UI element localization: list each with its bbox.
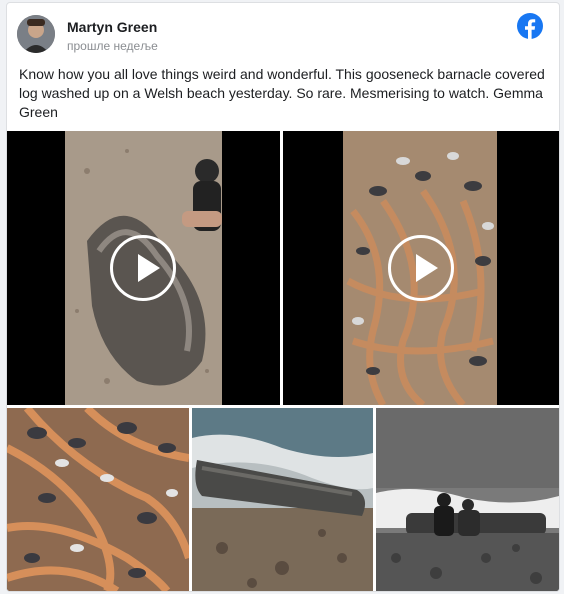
video-thumbnail-1[interactable] [7, 131, 280, 405]
play-icon[interactable] [110, 235, 176, 301]
video-thumbnail-2[interactable] [283, 131, 559, 405]
post-text: Know how you all love things weird and w… [19, 66, 545, 120]
facebook-post-card: Martyn Green прошле недеље Know how you … [6, 2, 560, 592]
photo-thumbnail-3[interactable] [376, 408, 559, 591]
photo-thumbnail-2[interactable] [192, 408, 373, 591]
author-name[interactable]: Martyn Green [67, 19, 157, 35]
post-timestamp[interactable]: прошле недеље [67, 39, 158, 53]
photo-thumbnail-1[interactable] [7, 408, 189, 591]
media-grid [7, 131, 559, 591]
play-icon[interactable] [388, 235, 454, 301]
facebook-logo-icon[interactable] [517, 13, 543, 39]
post-header: Martyn Green прошле недеље [17, 13, 547, 57]
author-avatar[interactable] [17, 15, 55, 53]
